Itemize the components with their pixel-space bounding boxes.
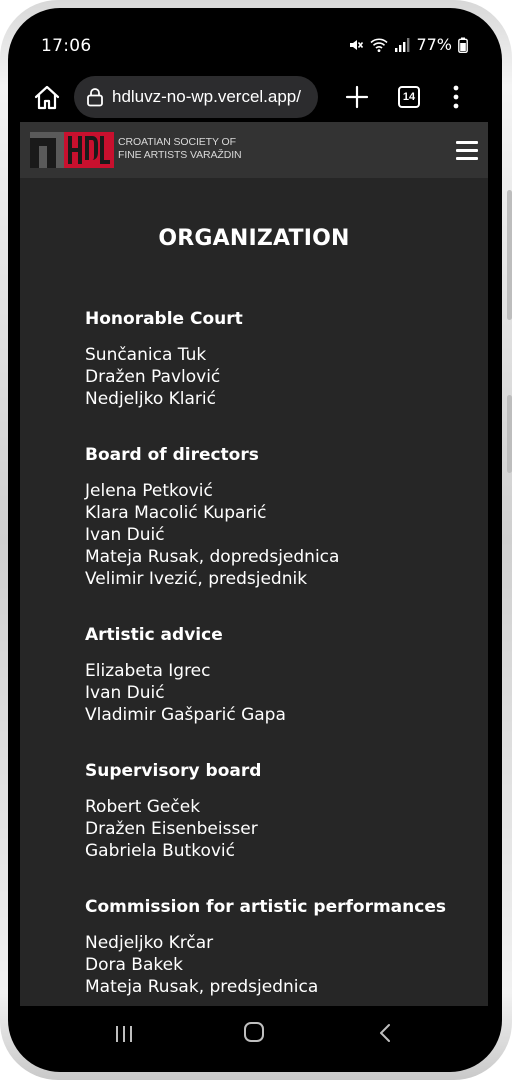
member-name: Dražen Pavlović — [85, 367, 221, 387]
member-name: Sunčanica Tuk — [85, 345, 207, 365]
lock-icon — [87, 88, 103, 107]
mute-icon — [350, 39, 364, 50]
signal-icon — [395, 37, 410, 52]
section: Board of directors Jelena Petković Klara M… — [85, 444, 475, 590]
section-heading: Board of directors — [85, 445, 259, 465]
recent-apps-icon[interactable] — [114, 1024, 134, 1044]
power-button — [507, 395, 512, 473]
tab-count: 14 — [402, 91, 416, 103]
section-heading: Supervisory board — [85, 761, 262, 781]
volume-button — [507, 190, 512, 320]
plus-icon[interactable] — [342, 82, 372, 112]
browser-toolbar: hdluvz-no-wp.vercel.app/ 14 — [8, 70, 502, 126]
member-name: Mateja Rusak, predsjednica — [85, 977, 319, 997]
section: Artistic advice Elizabeta Igrec Ivan Duić V… — [85, 624, 475, 726]
section: Supervisory board Robert Geček Dražen Eise… — [85, 760, 475, 862]
member-name: Mateja Rusak, dopredsjednica — [85, 547, 340, 567]
site-logo[interactable] — [30, 132, 114, 168]
battery-icon — [458, 37, 468, 53]
member-name: Ivan Duić — [85, 683, 165, 703]
screen: 17:06 77% hdluvz-no-wp.vercel.app/ 14 CR… — [8, 8, 502, 1072]
home-icon[interactable] — [31, 82, 63, 114]
logo-line-2: FINE ARTISTS VARAŽDIN — [118, 149, 242, 161]
phone-frame: 17:06 77% hdluvz-no-wp.vercel.app/ 14 CR… — [0, 0, 512, 1080]
member-name: Vladimir Gašparić Gapa — [85, 705, 286, 725]
logo-text: CROATIAN SOCIETY OF FINE ARTISTS VARAŽDI… — [118, 136, 242, 162]
wifi-icon — [370, 38, 388, 52]
section-heading: Commission for artistic performances — [85, 897, 446, 917]
page-title: ORGANIZATION — [158, 226, 350, 251]
member-name: Robert Geček — [85, 797, 201, 817]
member-name: Jelena Petković — [85, 481, 213, 501]
logo-line-1: CROATIAN SOCIETY OF — [118, 136, 236, 148]
site-header: CROATIAN SOCIETY OF FINE ARTISTS VARAŽDI… — [20, 122, 488, 178]
section-heading: Artistic advice — [85, 625, 223, 645]
status-icons: 77% — [348, 35, 468, 54]
hamburger-menu-icon[interactable] — [456, 141, 478, 161]
status-bar: 17:06 77% — [8, 8, 502, 70]
member-name: Elizabeta Igrec — [85, 661, 211, 681]
address-bar[interactable]: hdluvz-no-wp.vercel.app/ — [74, 76, 318, 118]
section: Commission for artistic performances Nedj… — [85, 896, 475, 998]
section-heading: Honorable Court — [85, 309, 243, 329]
member-name: Nedjeljko Klarić — [85, 389, 216, 409]
member-name: Nedjeljko Krčar — [85, 933, 214, 953]
home-nav-icon[interactable] — [244, 1022, 264, 1042]
battery-percent: 77% — [416, 35, 452, 54]
url-text: hdluvz-no-wp.vercel.app/ — [112, 87, 301, 106]
back-icon[interactable] — [378, 1022, 392, 1044]
member-name: Klara Macolić Kuparić — [85, 503, 267, 523]
member-name: Velimir Ivezić, predsjednik — [85, 569, 308, 589]
member-name: Ivan Duić — [85, 525, 165, 545]
member-name: Dora Bakek — [85, 955, 183, 975]
member-name: Gabriela Butković — [85, 841, 235, 861]
tabs-icon[interactable]: 14 — [398, 86, 420, 108]
web-page: CROATIAN SOCIETY OF FINE ARTISTS VARAŽDI… — [20, 122, 488, 1006]
section: Honorable Court Sunčanica Tuk Dražen Pavlo… — [85, 308, 475, 410]
status-time: 17:06 — [41, 36, 92, 56]
organization-sections: Honorable Court Sunčanica Tuk Dražen Pavlo… — [85, 308, 475, 1006]
navigation-bar — [8, 1006, 502, 1072]
more-vert-icon[interactable] — [446, 82, 466, 112]
member-name: Dražen Eisenbeisser — [85, 819, 258, 839]
